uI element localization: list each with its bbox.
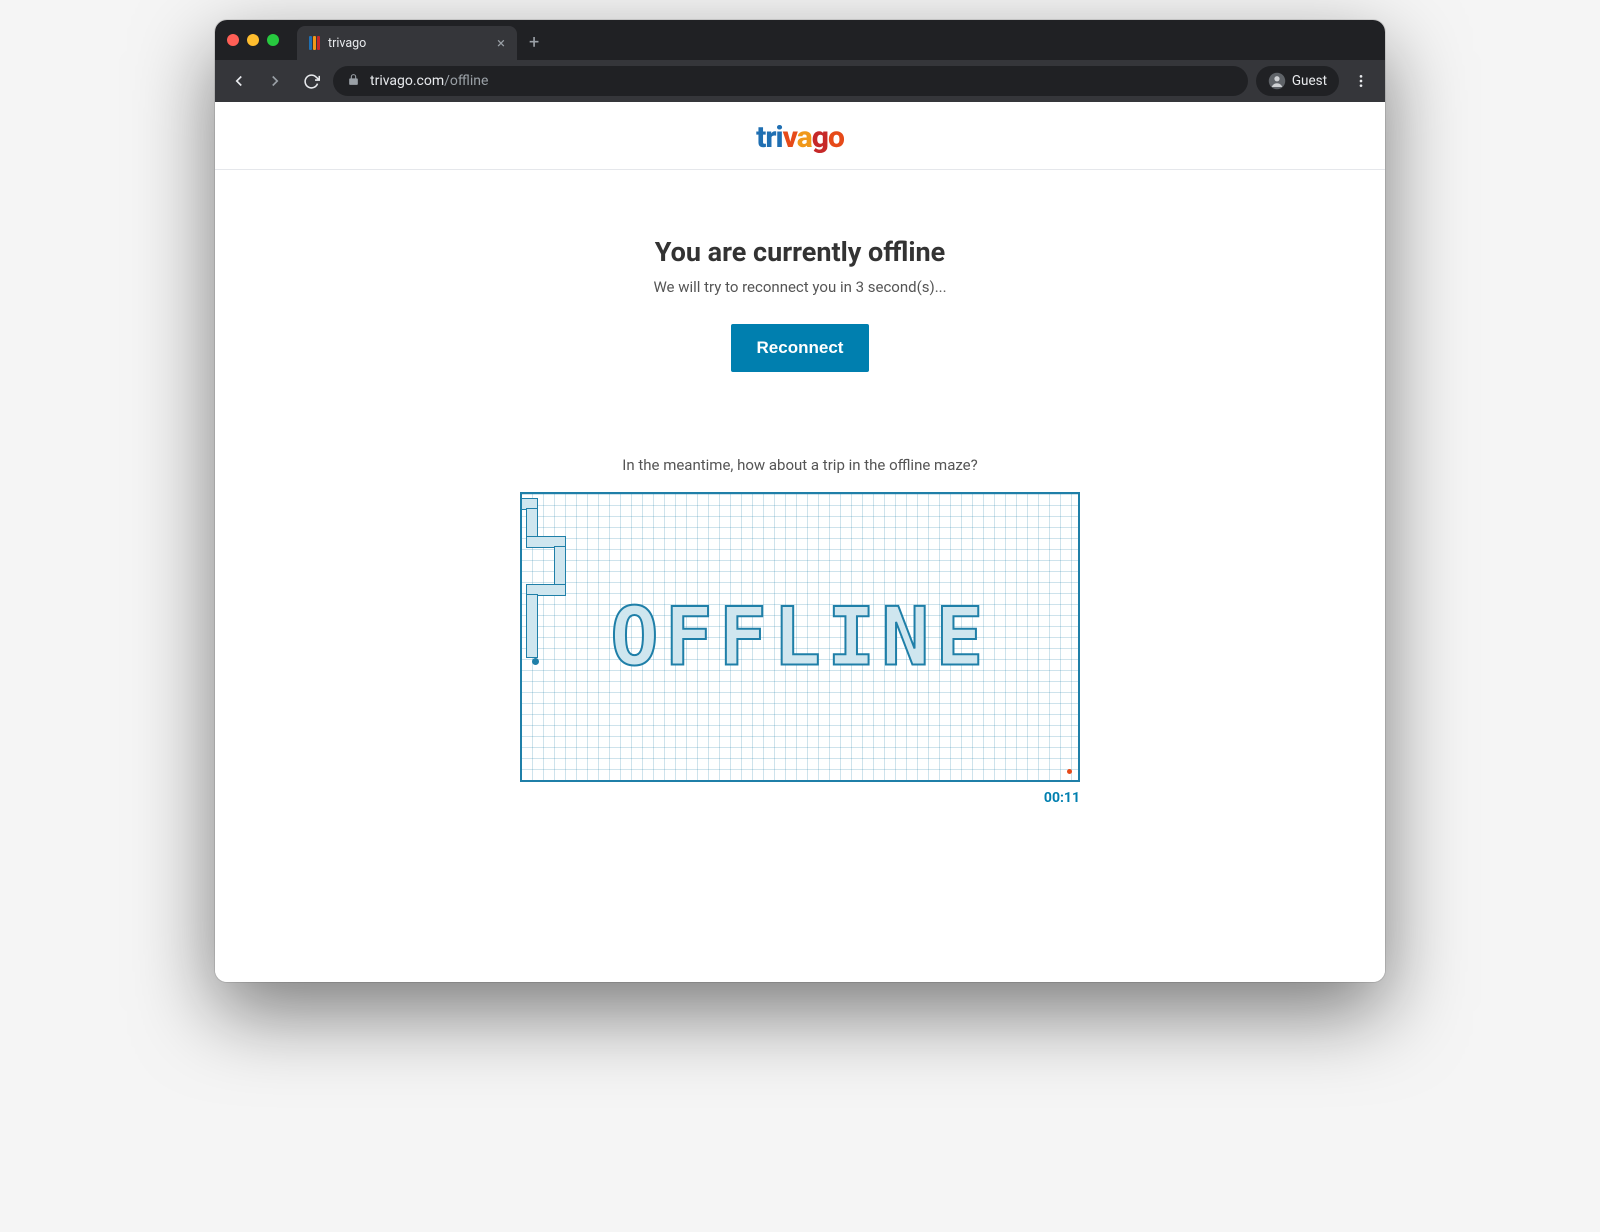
maze-caption: In the meantime, how about a trip in the…: [622, 456, 977, 474]
profile-label: Guest: [1292, 73, 1327, 89]
new-tab-button[interactable]: +: [529, 32, 539, 53]
maze-game[interactable]: OFFLINE: [520, 492, 1080, 782]
close-tab-icon[interactable]: ×: [497, 36, 505, 51]
reconnect-button[interactable]: Reconnect: [731, 324, 870, 372]
back-button[interactable]: [225, 67, 253, 95]
offline-content: You are currently offline We will try to…: [215, 170, 1385, 806]
url-path: /offline: [444, 73, 488, 89]
tab-title: trivago: [328, 36, 489, 51]
maximize-window-icon[interactable]: [267, 34, 279, 46]
offline-headline: You are currently offline: [655, 236, 946, 268]
url-domain: trivago.com: [370, 73, 444, 89]
person-icon: [1268, 72, 1286, 90]
maze-player-dot: [532, 658, 539, 665]
lock-icon: [347, 73, 360, 90]
trivago-logo[interactable]: trivago: [756, 120, 844, 155]
menu-button[interactable]: [1347, 67, 1375, 95]
reload-button[interactable]: [297, 67, 325, 95]
browser-window: trivago × + trivago.com/offline Guest: [215, 20, 1385, 982]
page-content: trivago You are currently offline We wil…: [215, 102, 1385, 982]
favicon-icon: [309, 36, 320, 50]
forward-button[interactable]: [261, 67, 289, 95]
close-window-icon[interactable]: [227, 34, 239, 46]
window-controls: [227, 34, 279, 46]
address-bar[interactable]: trivago.com/offline: [333, 66, 1248, 96]
browser-toolbar: trivago.com/offline Guest: [215, 60, 1385, 102]
offline-subtext: We will try to reconnect you in 3 second…: [653, 278, 946, 296]
profile-button[interactable]: Guest: [1256, 66, 1339, 96]
maze-section: In the meantime, how about a trip in the…: [520, 456, 1080, 806]
url-text: trivago.com/offline: [370, 73, 488, 89]
maze-timer: 00:11: [520, 790, 1080, 806]
brand-header: trivago: [215, 102, 1385, 170]
browser-tab[interactable]: trivago ×: [297, 26, 517, 60]
maze-word: OFFLINE: [610, 591, 989, 684]
minimize-window-icon[interactable]: [247, 34, 259, 46]
window-titlebar: trivago × +: [215, 20, 1385, 60]
maze-goal-dot: [1067, 769, 1072, 774]
